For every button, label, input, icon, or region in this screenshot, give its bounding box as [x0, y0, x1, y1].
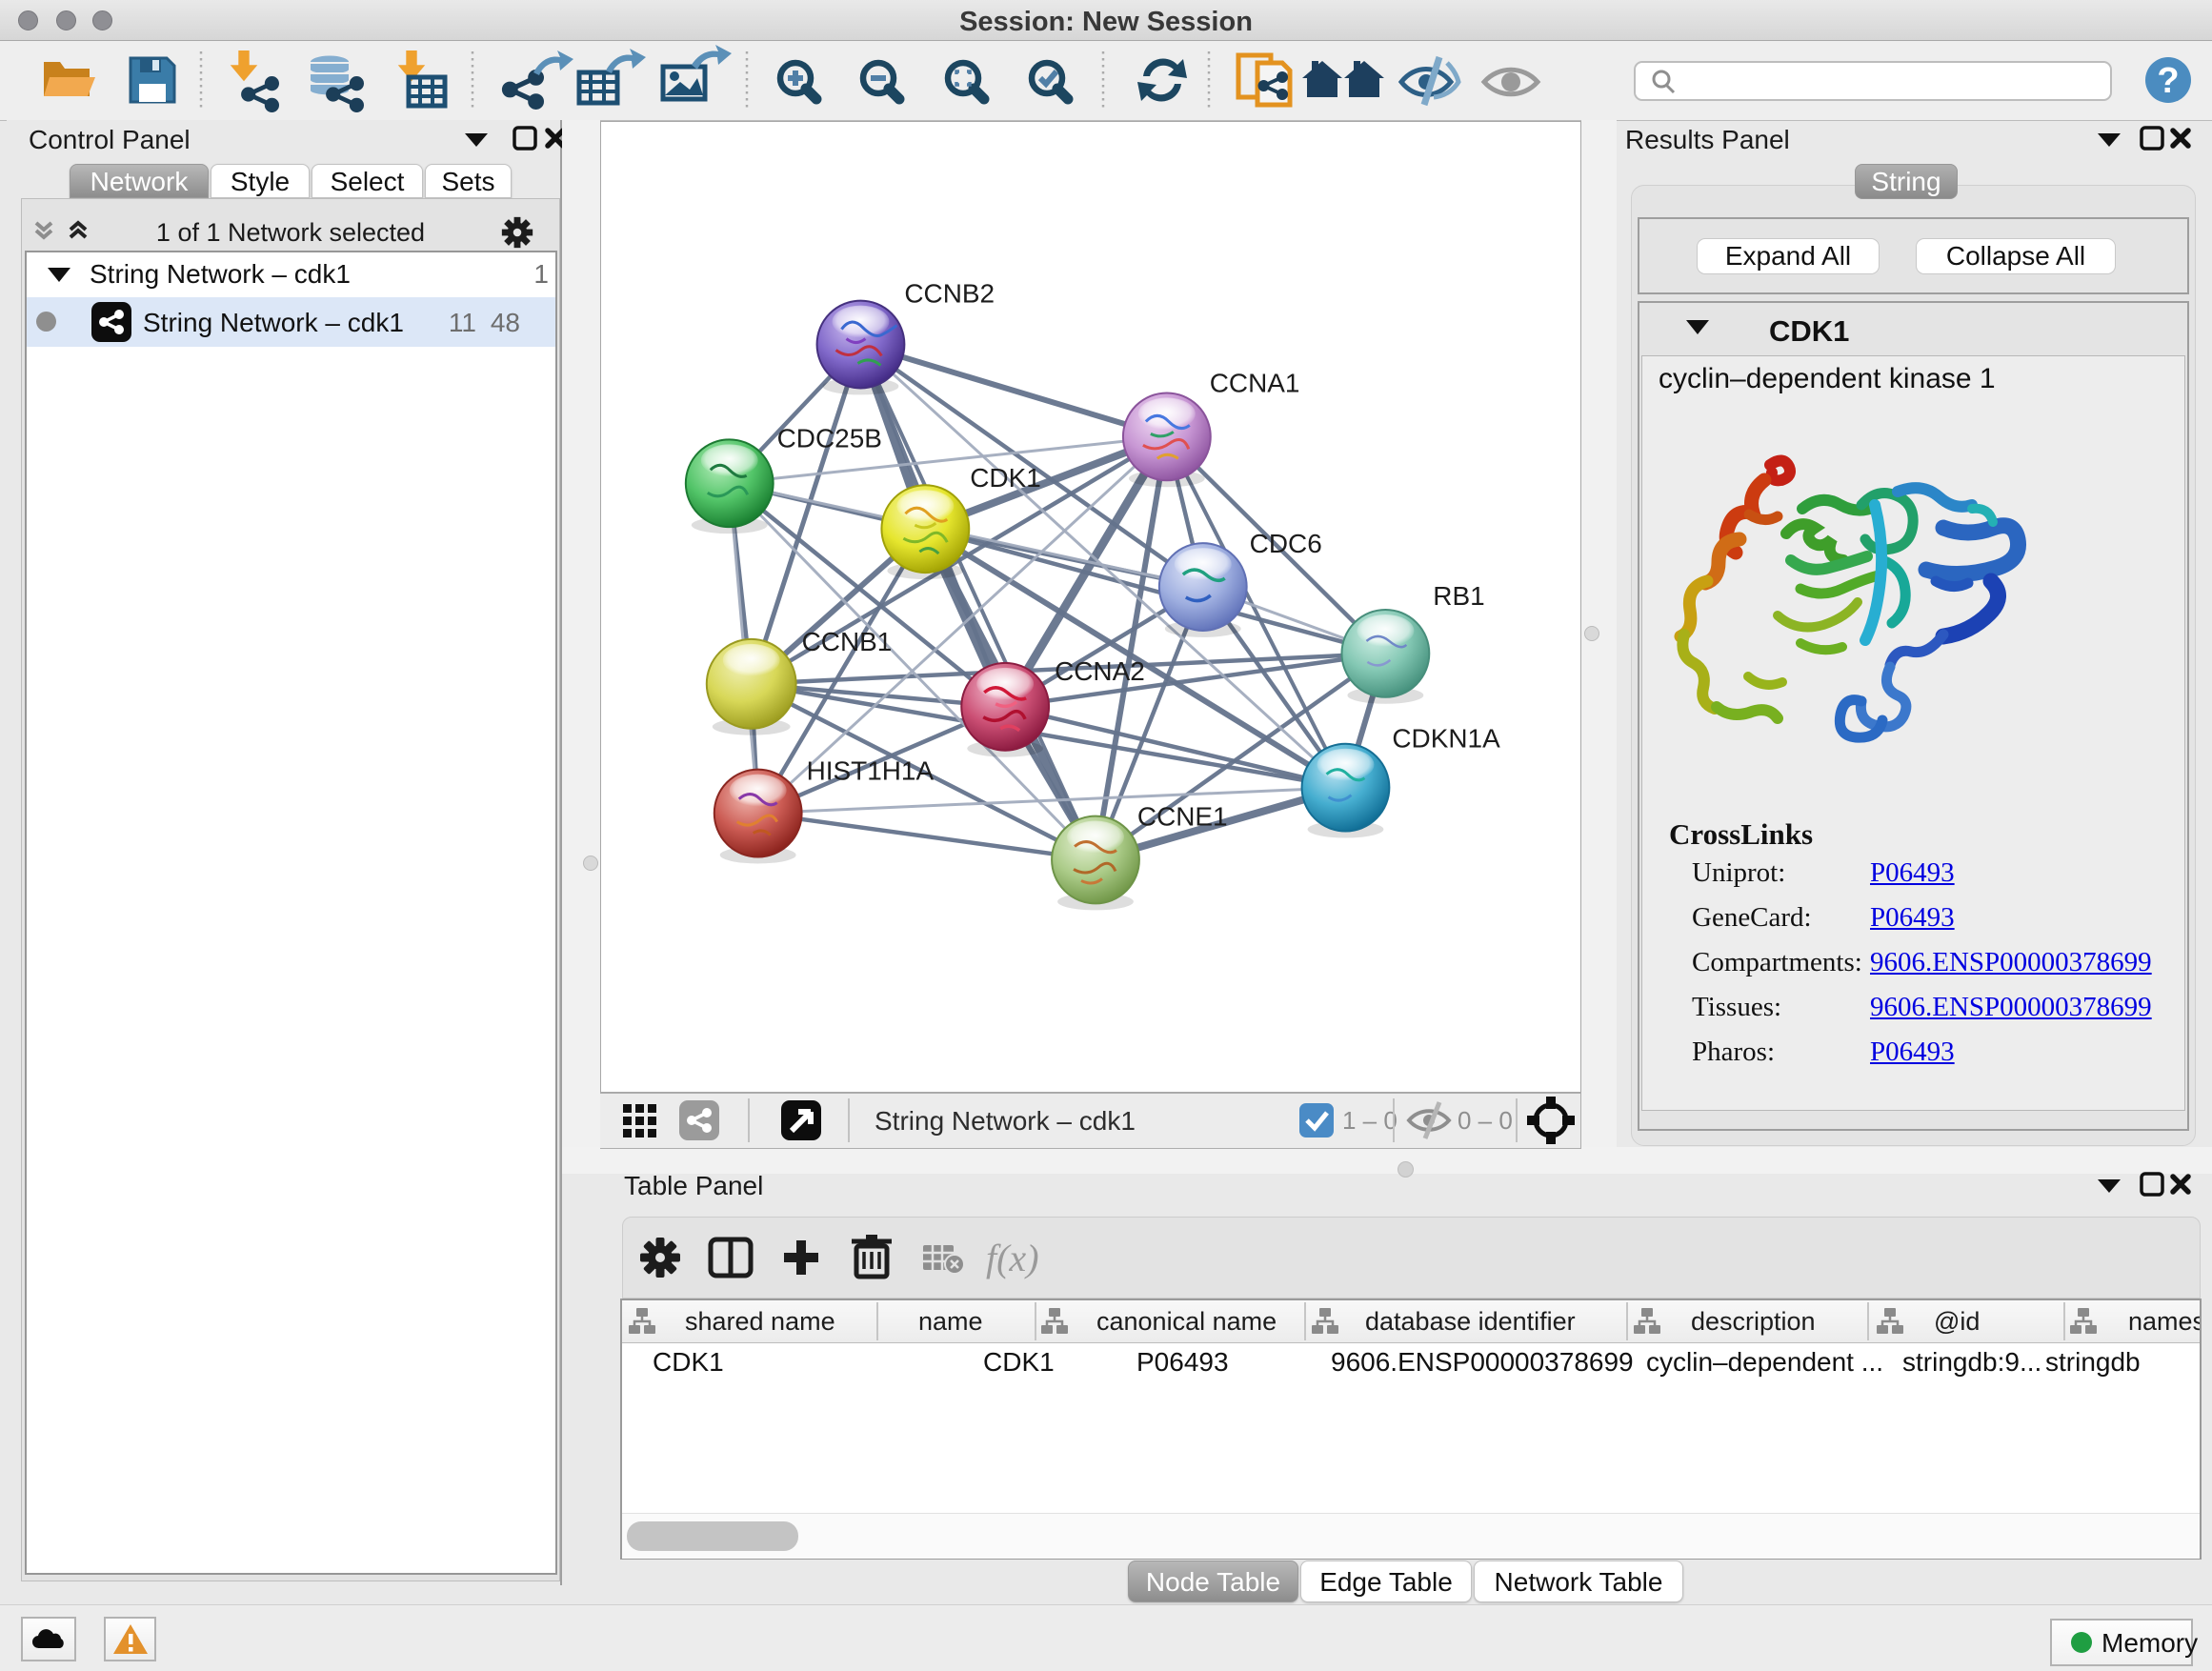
svg-text:String Network – cdk1: String Network – cdk1	[875, 1106, 1136, 1136]
svg-text:CDC25B: CDC25B	[777, 423, 882, 453]
svg-text:description: description	[1691, 1307, 1816, 1336]
svg-text:CDC6: CDC6	[1250, 529, 1322, 558]
svg-text:shared name: shared name	[685, 1307, 835, 1336]
svg-text:HIST1H1A: HIST1H1A	[807, 756, 935, 786]
svg-text:CCNB1: CCNB1	[802, 627, 893, 656]
svg-text:?: ?	[2157, 61, 2179, 101]
svg-text:RB1: RB1	[1433, 581, 1484, 611]
svg-text:database identifier: database identifier	[1365, 1307, 1576, 1336]
svg-text:CCNA1: CCNA1	[1210, 368, 1300, 397]
svg-text:1 – 0: 1 – 0	[1342, 1106, 1398, 1135]
svg-text:f(x): f(x)	[986, 1237, 1039, 1279]
svg-text:canonical name: canonical name	[1096, 1307, 1277, 1336]
svg-text:@id: @id	[1934, 1307, 1980, 1336]
svg-text:CDK1: CDK1	[970, 463, 1041, 493]
svg-text:CCNB2: CCNB2	[904, 279, 995, 309]
svg-text:CDKN1A: CDKN1A	[1392, 724, 1500, 754]
svg-text:name: name	[918, 1307, 983, 1336]
svg-text:CCNA2: CCNA2	[1055, 656, 1145, 686]
svg-text:namespace: namespace	[2128, 1307, 2200, 1336]
svg-text:CCNE1: CCNE1	[1137, 802, 1228, 832]
svg-text:0 – 0: 0 – 0	[1458, 1106, 1513, 1135]
